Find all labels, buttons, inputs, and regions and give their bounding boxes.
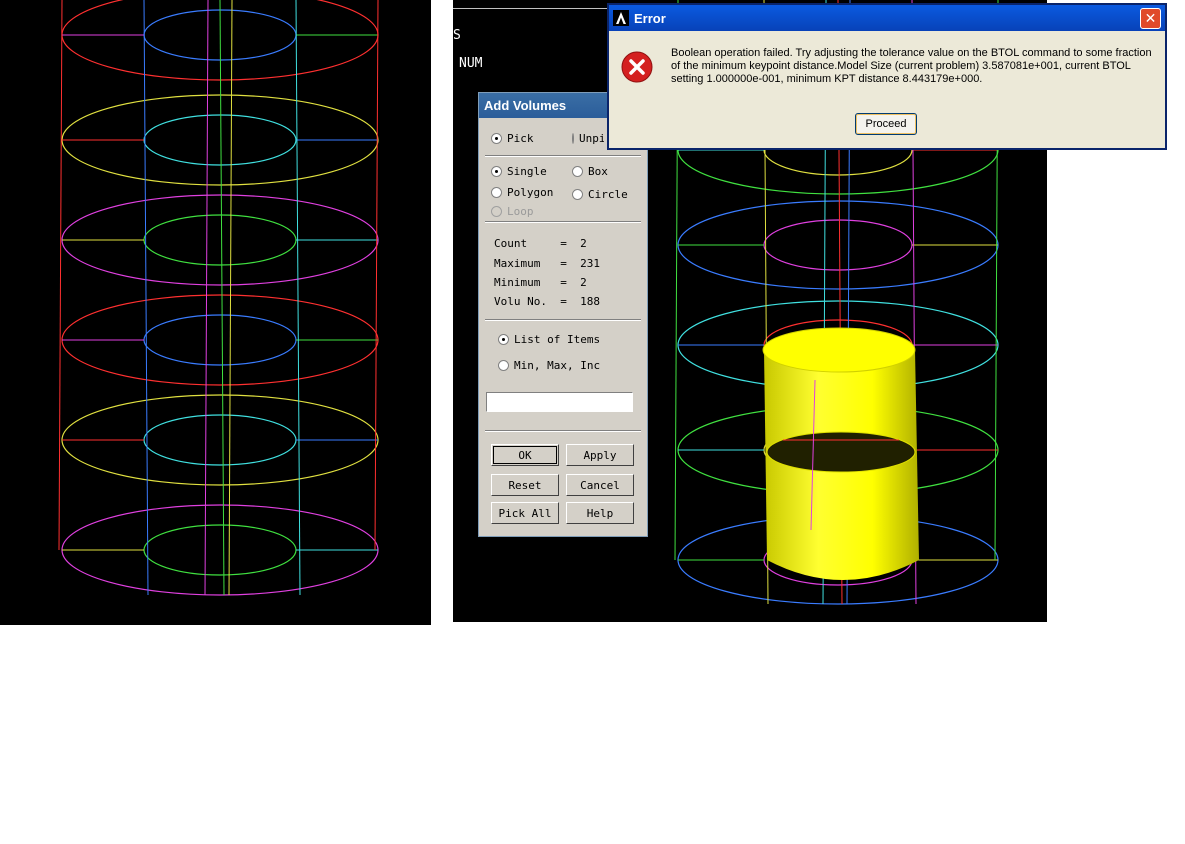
stat-value: 188 (580, 295, 600, 308)
pick-radio[interactable]: Pick (491, 132, 534, 145)
wire-vertical (374, 0, 379, 551)
radio-empty-icon (498, 360, 509, 371)
circle-label: Circle (588, 188, 628, 201)
error-titlebar[interactable]: Error (609, 5, 1165, 31)
unpick-radio[interactable]: Unpick (572, 132, 604, 145)
stat-maximum: Maximum = 231 (494, 257, 600, 270)
wire-ring-inner (763, 219, 913, 271)
radio-empty-icon (572, 189, 583, 200)
graphics-label-s: S (453, 28, 461, 43)
error-title: Error (634, 10, 666, 26)
wire-vertical (204, 0, 209, 596)
graphics-label-num: NUM (459, 56, 483, 71)
single-label: Single (507, 165, 547, 178)
help-button[interactable]: Help (566, 502, 634, 524)
circle-radio[interactable]: Circle (572, 188, 628, 201)
min-max-inc-radio[interactable]: Min, Max, Inc (498, 359, 600, 372)
apply-button[interactable]: Apply (566, 444, 634, 466)
stat-label: Minimum = (494, 276, 567, 289)
radio-empty-icon (572, 133, 574, 144)
close-icon: ✕ (1144, 10, 1157, 27)
wire-ring-inner (143, 314, 297, 366)
pick-entry-input[interactable] (486, 392, 633, 412)
wire-vertical (58, 0, 63, 551)
proceed-button[interactable]: Proceed (855, 113, 917, 135)
polygon-radio[interactable]: Polygon (491, 186, 553, 199)
loop-label: Loop (507, 205, 534, 218)
left-wireframe-model (58, 0, 379, 596)
wire-ring-inner (143, 114, 297, 166)
ok-button[interactable]: OK (491, 444, 559, 466)
box-radio[interactable]: Box (572, 165, 608, 178)
radio-empty-icon (491, 187, 502, 198)
box-label: Box (588, 165, 608, 178)
stat-value: 2 (580, 237, 587, 250)
list-of-items-radio[interactable]: List of Items (498, 333, 600, 346)
radio-disabled-icon (491, 206, 502, 217)
radio-empty-icon (572, 166, 583, 177)
wire-vertical (228, 0, 233, 596)
add-volumes-dialog: Add Volumes Pick Unpick Single Box Polyg… (478, 92, 648, 537)
pick-label: Pick (507, 132, 534, 145)
loop-radio: Loop (491, 205, 534, 218)
stat-minimum: Minimum = 2 (494, 276, 587, 289)
error-dialog: Error ✕ Boolean operation failed. Try ad… (607, 3, 1167, 150)
pick-all-button[interactable]: Pick All (491, 502, 559, 524)
stat-label: Count = (494, 237, 567, 250)
min-max-inc-label: Min, Max, Inc (514, 359, 601, 372)
radio-selected-icon (498, 334, 509, 345)
wire-vertical (219, 0, 225, 596)
separator (485, 155, 641, 157)
stat-count: Count = 2 (494, 237, 587, 250)
list-of-items-label: List of Items (514, 333, 601, 346)
cancel-button[interactable]: Cancel (566, 474, 634, 496)
unpick-label: Unpick (579, 132, 604, 145)
cylinder-cut-opening (766, 431, 916, 473)
stat-label: Volu No. = (494, 295, 567, 308)
separator (485, 319, 641, 321)
stat-label: Maximum = (494, 257, 567, 270)
selected-volume-cylinder (762, 327, 919, 580)
left-graphics-viewport[interactable] (0, 0, 431, 625)
wire-ring-inner (143, 214, 297, 266)
ansys-logo-icon (613, 10, 629, 26)
separator (485, 221, 641, 223)
single-radio[interactable]: Single (491, 165, 547, 178)
stat-volu-no: Volu No. = 188 (494, 295, 600, 308)
wire-ring-inner (143, 524, 297, 576)
reset-button[interactable]: Reset (491, 474, 559, 496)
stat-value: 2 (580, 276, 587, 289)
stat-value: 231 (580, 257, 600, 270)
radio-selected-icon (491, 166, 502, 177)
polygon-label: Polygon (507, 186, 554, 199)
cylinder-top (762, 327, 916, 373)
separator (485, 430, 641, 432)
wire-vertical (143, 0, 149, 596)
error-message: Boolean operation failed. Try adjusting … (671, 47, 1152, 85)
close-button[interactable]: ✕ (1140, 8, 1161, 29)
wire-ring-inner (143, 414, 297, 466)
error-icon (621, 51, 653, 83)
wire-vertical (295, 0, 301, 596)
radio-selected-icon (491, 133, 502, 144)
